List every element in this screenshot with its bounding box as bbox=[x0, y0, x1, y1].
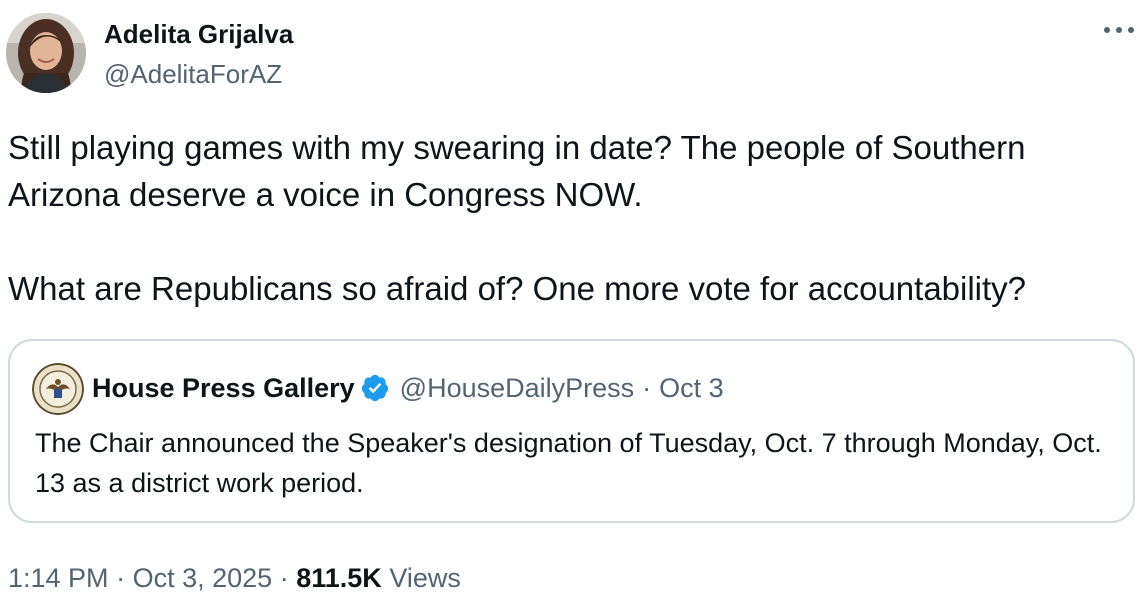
quoted-tweet-date[interactable]: Oct 3 bbox=[659, 370, 724, 406]
views-count: 811.5K bbox=[296, 563, 382, 593]
quoted-author-name[interactable]: House Press Gallery bbox=[92, 370, 355, 406]
author-name[interactable]: Adelita Grijalva bbox=[104, 18, 293, 50]
author-avatar[interactable] bbox=[6, 13, 86, 93]
views-label: Views bbox=[389, 563, 461, 593]
quoted-author-handle[interactable]: @HouseDailyPress bbox=[400, 370, 634, 406]
quoted-author-avatar[interactable] bbox=[32, 363, 84, 415]
tweet-paragraph: What are Republicans so afraid of? One m… bbox=[8, 270, 1027, 307]
quoted-tweet-text: The Chair announced the Speaker's design… bbox=[35, 428, 1102, 498]
quoted-tweet-header: House Press Gallery @HouseDailyPress · O… bbox=[92, 370, 724, 406]
tweet-time[interactable]: 1:14 PM bbox=[8, 563, 109, 593]
meta-separator: · bbox=[116, 563, 126, 593]
more-options-button[interactable] bbox=[1098, 20, 1140, 40]
house-seal-icon bbox=[32, 363, 84, 415]
tweet-meta: 1:14 PM · Oct 3, 2025 · 811.5K Views bbox=[8, 560, 461, 596]
tweet-date[interactable]: Oct 3, 2025 bbox=[133, 563, 273, 593]
author-avatar-image bbox=[6, 13, 86, 93]
verified-badge-icon bbox=[361, 374, 388, 402]
quoted-tweet-card[interactable]: House Press Gallery @HouseDailyPress · O… bbox=[8, 339, 1135, 523]
tweet-paragraph: Still playing games with my swearing in … bbox=[8, 129, 1026, 213]
author-handle[interactable]: @AdelitaForAZ bbox=[104, 58, 282, 90]
tweet-text: Still playing games with my swearing in … bbox=[8, 124, 1138, 312]
meta-separator: · bbox=[279, 563, 289, 593]
header-separator: · bbox=[642, 373, 652, 403]
more-horizontal-icon bbox=[1104, 27, 1134, 33]
